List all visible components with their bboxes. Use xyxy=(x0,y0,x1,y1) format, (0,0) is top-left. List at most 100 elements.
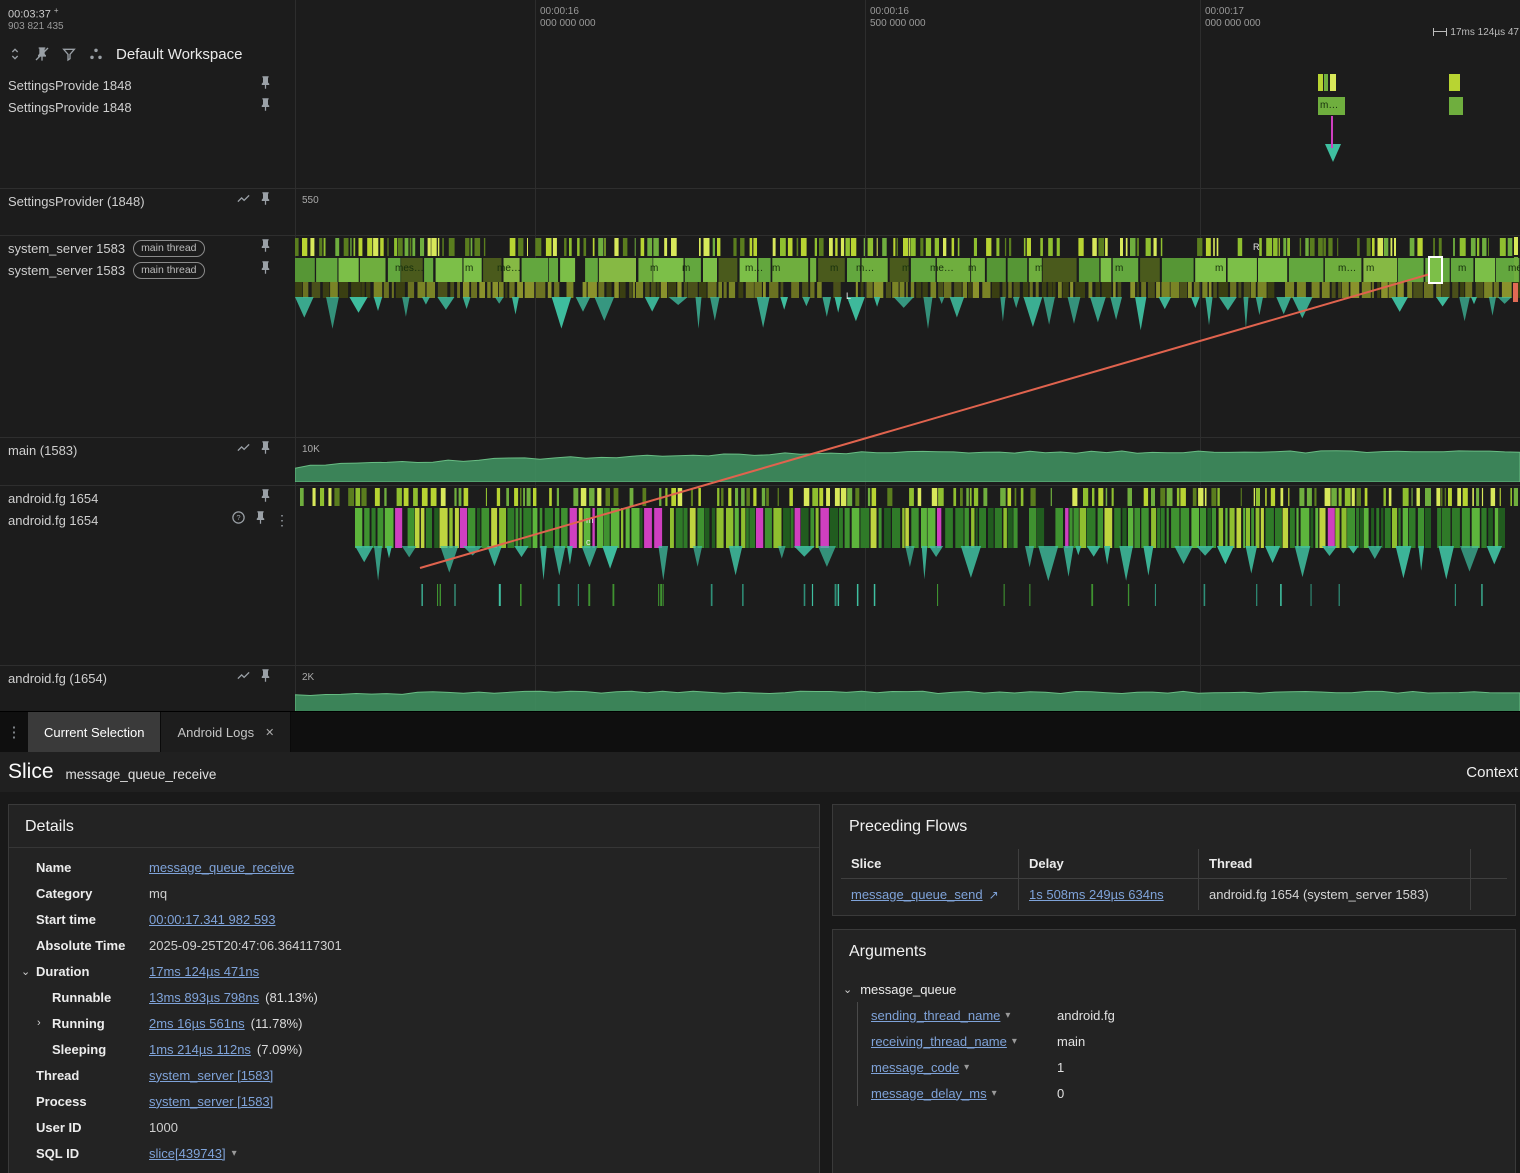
argument-root-row[interactable]: ⌄ message_queue xyxy=(843,976,1505,1002)
context-button[interactable]: Context xyxy=(1466,764,1518,781)
caret-down-icon[interactable]: ▾ xyxy=(1012,1036,1017,1047)
pin-icon[interactable] xyxy=(258,238,273,258)
details-link[interactable]: 13ms 893µs 798ns xyxy=(149,990,259,1005)
close-icon[interactable]: ✕ xyxy=(265,726,274,739)
details-link[interactable]: 1ms 214µs 112ns xyxy=(149,1042,251,1057)
details-link[interactable]: system_server [1583] xyxy=(149,1094,273,1109)
argument-key-link[interactable]: message_code xyxy=(871,1060,959,1075)
chevron-right-icon[interactable]: › xyxy=(37,1010,41,1036)
argument-key-link[interactable]: receiving_thread_name xyxy=(871,1034,1007,1049)
panel-kebab-icon[interactable]: ⋮ xyxy=(0,712,28,752)
flame-track-android-fg-slices[interactable] xyxy=(355,508,1505,548)
slice[interactable] xyxy=(1449,97,1463,115)
slice-label: m xyxy=(682,263,691,274)
slice[interactable] xyxy=(1324,74,1328,91)
details-key: Sleeping xyxy=(52,1041,107,1057)
right-column: Preceding Flows Slice Delay Thread message… xyxy=(832,804,1516,1173)
slice[interactable] xyxy=(1330,74,1336,91)
pin-icon[interactable] xyxy=(258,668,273,688)
caret-down-icon[interactable]: ▾ xyxy=(1005,1010,1010,1021)
track-row[interactable]: android.fg 1654? ⋮ xyxy=(0,509,295,531)
pin-icon[interactable] xyxy=(258,97,273,117)
flame-track-android-fg-depth3[interactable] xyxy=(355,584,1505,606)
argument-value: 0 xyxy=(1057,1085,1065,1101)
pin-icon[interactable] xyxy=(258,260,273,280)
track-row[interactable]: SettingsProvide 1848 xyxy=(0,96,295,118)
show-graph-icon[interactable] xyxy=(236,191,251,211)
slice[interactable] xyxy=(1449,74,1460,91)
details-value: system_server [1583] xyxy=(149,1068,273,1083)
slice-label: mes… xyxy=(395,263,424,274)
unfold-icon[interactable] xyxy=(6,45,24,63)
workspace-icon[interactable] xyxy=(87,45,105,63)
details-link[interactable]: 00:00:17.341 982 593 xyxy=(149,912,276,927)
flow-marker xyxy=(1331,116,1333,148)
pin-icon[interactable] xyxy=(253,510,268,530)
flame-track-android-fg-sched[interactable] xyxy=(300,488,1518,506)
details-rows: Name message_queue_receive Category mq Start… xyxy=(9,848,819,1166)
tab-android-logs[interactable]: Android Logs ✕ xyxy=(161,712,292,752)
flame-track-system-server-depth2[interactable] xyxy=(295,282,1520,298)
details-value: 2ms 16µs 561ns (11.78%) xyxy=(149,1016,302,1031)
svg-text:?: ? xyxy=(236,513,240,522)
argument-key-link[interactable]: sending_thread_name xyxy=(871,1008,1000,1023)
kebab-icon[interactable]: ⋮ xyxy=(275,512,289,529)
track-label: SettingsProvide 1848 xyxy=(8,99,132,115)
track-row[interactable]: system_server 1583 main thread xyxy=(0,259,295,281)
track-icons xyxy=(236,668,295,688)
arguments-card: Arguments ⌄ message_queue sending_thread… xyxy=(832,929,1516,1173)
show-graph-icon[interactable] xyxy=(236,440,251,460)
counter-track-main[interactable] xyxy=(295,448,1520,482)
flow-slice-link[interactable]: message_queue_send xyxy=(851,887,983,902)
flame-track-system-server-depth3[interactable] xyxy=(295,297,1520,331)
details-key: Process xyxy=(36,1093,87,1109)
track-icons xyxy=(258,488,295,508)
caret-down-icon[interactable]: ▾ xyxy=(992,1088,997,1099)
track-row[interactable]: main (1583) xyxy=(0,439,295,461)
flow-delay-link[interactable]: 1s 508ms 249µs 634ns xyxy=(1029,887,1164,902)
slice-label: L xyxy=(846,291,852,301)
details-row: User ID 1000 xyxy=(9,1114,819,1140)
details-link[interactable]: message_queue_receive xyxy=(149,860,294,875)
filter-icon[interactable] xyxy=(60,45,78,63)
chevron-down-icon[interactable]: ⌄ xyxy=(21,958,30,984)
slice-label: m xyxy=(902,263,911,274)
track-row[interactable]: system_server 1583 main thread xyxy=(0,237,295,259)
caret-down-icon[interactable]: ▾ xyxy=(964,1062,969,1073)
details-link[interactable]: 2ms 16µs 561ns xyxy=(149,1016,245,1031)
external-link-icon[interactable]: ↗ xyxy=(989,888,999,902)
track-row[interactable]: android.fg (1654) xyxy=(0,667,295,689)
help-icon[interactable]: ? xyxy=(231,510,246,530)
details-key: Thread xyxy=(36,1067,80,1083)
track-label: android.fg 1654 xyxy=(8,512,99,528)
selected-slice[interactable] xyxy=(1428,256,1443,284)
details-key: Running xyxy=(52,1015,105,1031)
caret-down-icon[interactable]: ▾ xyxy=(232,1148,237,1159)
details-link[interactable]: system_server [1583] xyxy=(149,1068,273,1083)
details-link[interactable]: 17ms 124µs 471ns xyxy=(149,964,259,979)
track-row[interactable]: SettingsProvide 1848 xyxy=(0,74,295,96)
workspace-title: Default Workspace xyxy=(116,45,243,63)
slice[interactable] xyxy=(1318,74,1323,91)
track-row[interactable]: android.fg 1654 xyxy=(0,487,295,509)
details-key: Runnable xyxy=(52,989,112,1005)
unpin-all-icon[interactable] xyxy=(33,45,51,63)
track-row[interactable]: SettingsProvider (1848) xyxy=(0,190,295,212)
pin-icon[interactable] xyxy=(258,488,273,508)
counter-track-android-fg[interactable] xyxy=(295,684,1520,712)
pin-icon[interactable] xyxy=(258,191,273,211)
slice-label: me… xyxy=(497,263,521,274)
slice[interactable] xyxy=(1514,237,1518,255)
slice[interactable] xyxy=(1513,283,1518,302)
flame-track-system-server-sched[interactable] xyxy=(295,238,1520,256)
preceding-flows-title: Preceding Flows xyxy=(849,818,968,835)
chevron-down-icon[interactable]: ⌄ xyxy=(843,983,852,996)
show-graph-icon[interactable] xyxy=(236,668,251,688)
pin-icon[interactable] xyxy=(258,75,273,95)
details-link[interactable]: slice[439743] xyxy=(149,1146,226,1161)
details-value: system_server [1583] xyxy=(149,1094,273,1109)
pin-icon[interactable] xyxy=(258,440,273,460)
argument-key-link[interactable]: message_delay_ms xyxy=(871,1086,987,1101)
flame-track-android-fg-depth2[interactable] xyxy=(355,546,1505,582)
tab-current-selection[interactable]: Current Selection xyxy=(28,712,162,752)
